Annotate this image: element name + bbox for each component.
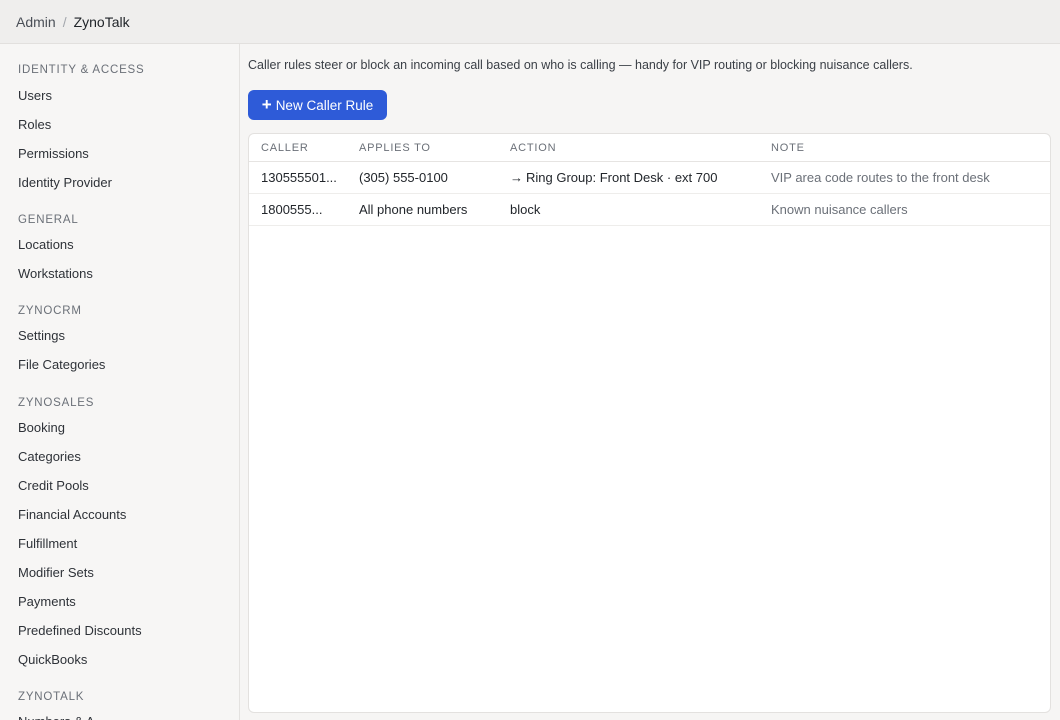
cell-note: VIP area code routes to the front desk bbox=[771, 170, 990, 185]
sidebar-item-predefined-discounts[interactable]: Predefined Discounts bbox=[18, 616, 142, 645]
sidebar-section-title: GENERAL bbox=[18, 214, 79, 226]
sidebar-item-categories[interactable]: Categories bbox=[18, 442, 81, 471]
table-row[interactable]: 1800555... All phone numbers block Known… bbox=[249, 194, 1050, 226]
cell-applies-to: All phone numbers bbox=[359, 202, 468, 217]
sidebar: IDENTITY & ACCESS Users Roles Permissions Id… bbox=[0, 44, 240, 720]
plus-icon: + bbox=[261, 95, 272, 114]
sidebar-item-payments[interactable]: Payments bbox=[18, 587, 76, 616]
sidebar-item-credit-pools[interactable]: Credit Pools bbox=[18, 471, 89, 500]
header-action[interactable]: ACTION bbox=[510, 142, 771, 154]
table-header: CALLER APPLIES TO ACTION NOTE bbox=[249, 134, 1050, 162]
new-caller-rule-button[interactable]: + New Caller Rule bbox=[248, 90, 387, 120]
cell-applies-to: (305) 555-0100 bbox=[359, 170, 448, 185]
sidebar-item-users[interactable]: Users bbox=[18, 81, 52, 110]
caller-rules-table: CALLER APPLIES TO ACTION NOTE 130555501.… bbox=[248, 133, 1051, 713]
table-row[interactable]: 130555501... (305) 555-0100 → Ring Group:… bbox=[249, 162, 1050, 194]
header-applies-to[interactable]: APPLIES TO bbox=[359, 142, 510, 154]
header-caller[interactable]: CALLER bbox=[249, 142, 359, 154]
sidebar-item-modifier-sets[interactable]: Modifier Sets bbox=[18, 558, 94, 587]
sidebar-section-title: ZYNOSALES bbox=[18, 397, 95, 409]
sidebar-item-quickbooks[interactable]: QuickBooks bbox=[18, 645, 87, 674]
cell-action-text: Ring Group: Front Desk · ext 700 bbox=[526, 170, 718, 185]
sidebar-section-title: ZYNOTALK bbox=[18, 691, 85, 703]
top-bar: Admin / ZynoTalk bbox=[0, 0, 1060, 44]
cell-action: block bbox=[510, 202, 771, 217]
new-caller-rule-label: New Caller Rule bbox=[275, 97, 374, 113]
cell-note: Known nuisance callers bbox=[771, 202, 908, 217]
sidebar-item-identity-provider[interactable]: Identity Provider bbox=[18, 168, 112, 197]
sidebar-section-title: IDENTITY & ACCESS bbox=[18, 64, 145, 76]
sidebar-item-workstations[interactable]: Workstations bbox=[18, 259, 93, 288]
sidebar-item-booking[interactable]: Booking bbox=[18, 413, 65, 442]
main-content: Caller rules steer or block an incoming … bbox=[240, 44, 1060, 720]
cell-caller: 130555501... bbox=[261, 170, 337, 185]
sidebar-item-permissions[interactable]: Permissions bbox=[18, 139, 89, 168]
arrow-right-icon: → bbox=[510, 170, 523, 185]
cell-action: → Ring Group: Front Desk · ext 700 bbox=[510, 170, 771, 185]
sidebar-item-fulfillment[interactable]: Fulfillment bbox=[18, 529, 77, 558]
cell-action-text: block bbox=[510, 202, 541, 217]
page-description: Caller rules steer or block an incoming … bbox=[248, 58, 913, 72]
sidebar-item-roles[interactable]: Roles bbox=[18, 110, 51, 139]
breadcrumb-separator: / bbox=[62, 13, 67, 30]
sidebar-item-settings[interactable]: Settings bbox=[18, 321, 65, 350]
sidebar-section-title: ZYNOCRM bbox=[18, 305, 82, 317]
header-note[interactable]: NOTE bbox=[771, 142, 1050, 154]
sidebar-item-locations[interactable]: Locations bbox=[18, 230, 74, 259]
breadcrumb-current: ZynoTalk bbox=[73, 13, 130, 30]
sidebar-item-file-categories[interactable]: File Categories bbox=[18, 350, 105, 379]
sidebar-item-numbers-a[interactable]: Numbers & A... bbox=[18, 707, 105, 720]
cell-caller: 1800555... bbox=[261, 202, 323, 217]
sidebar-item-financial-accounts[interactable]: Financial Accounts bbox=[18, 500, 126, 529]
breadcrumb-admin[interactable]: Admin bbox=[16, 14, 56, 30]
